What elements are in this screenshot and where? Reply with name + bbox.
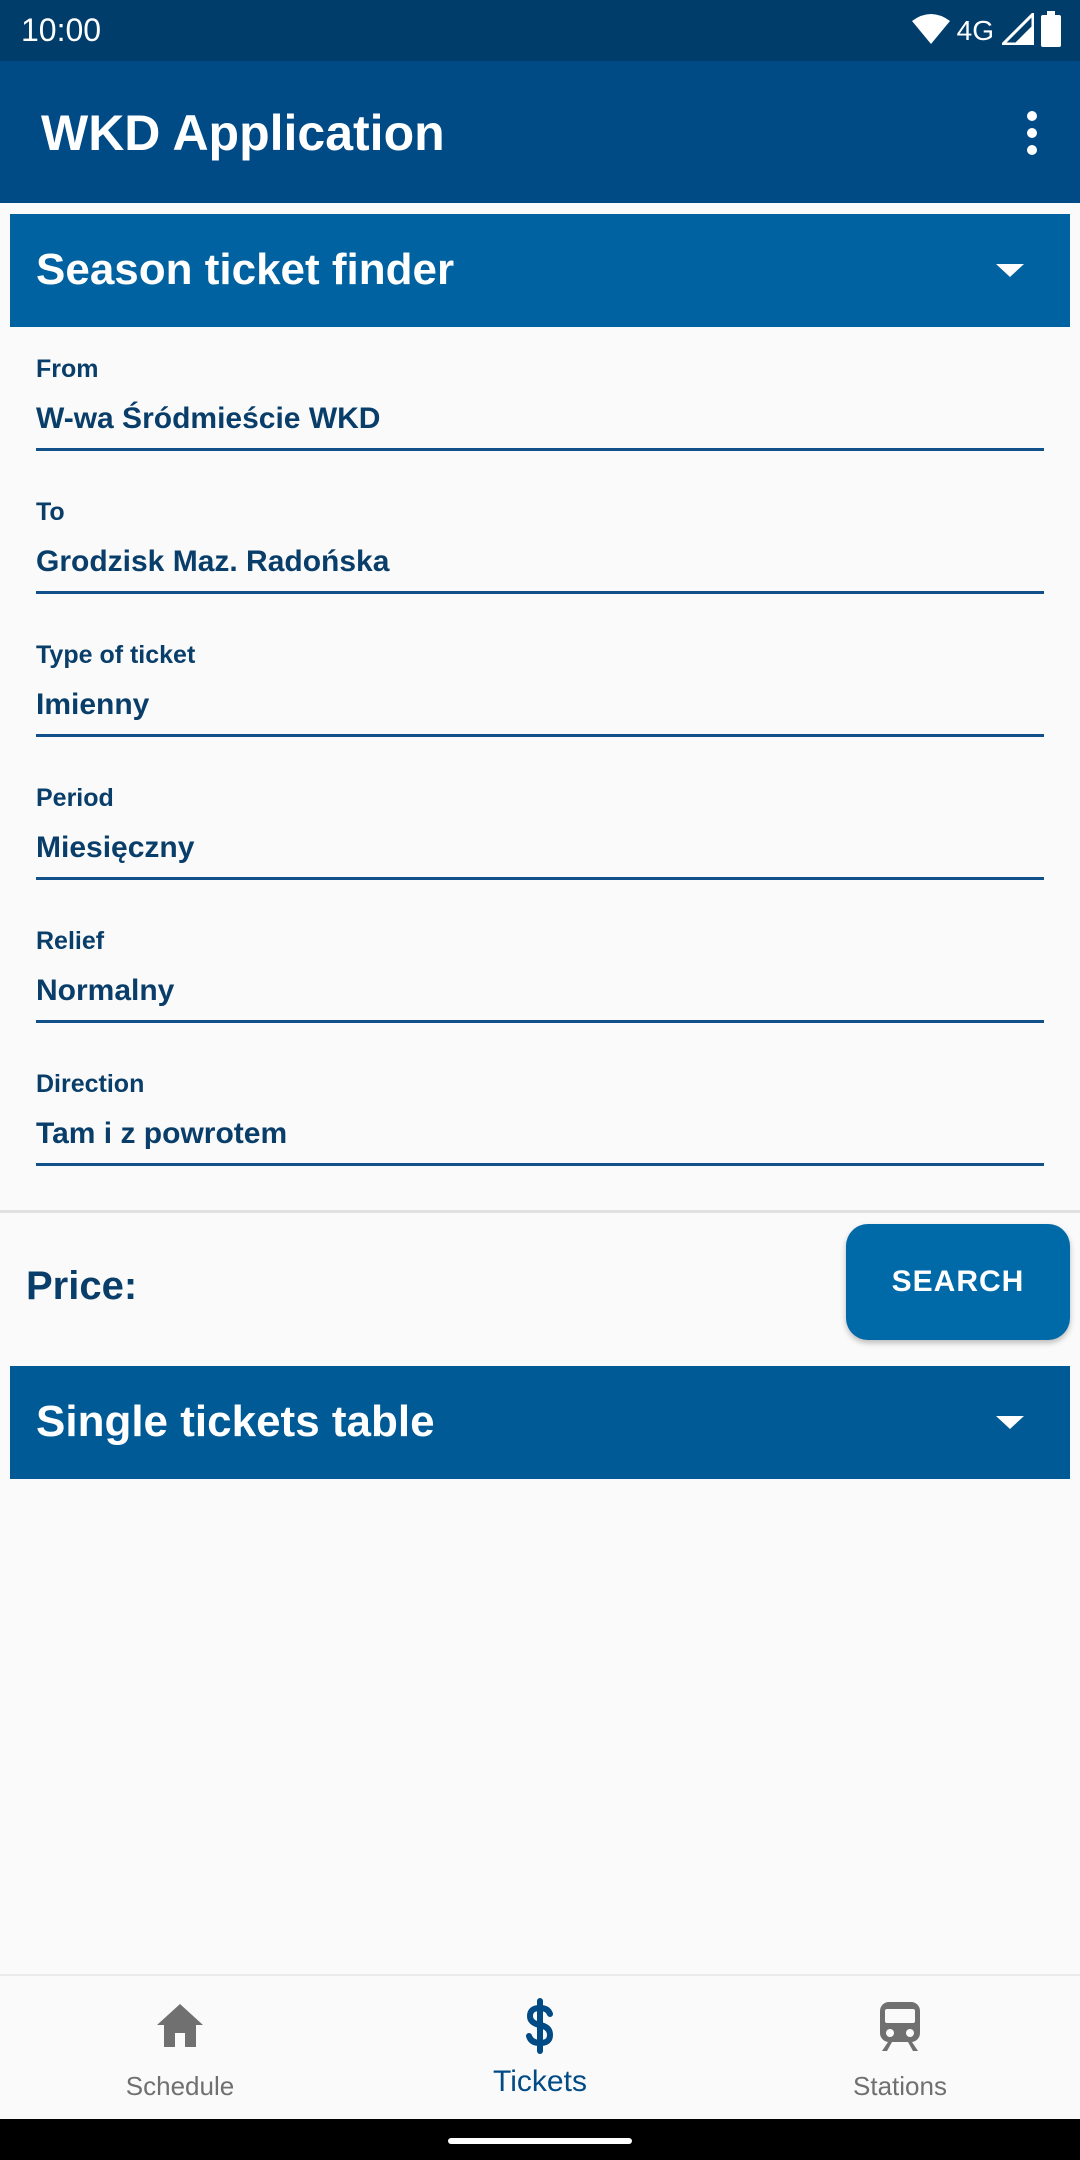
app-title: WKD Application [41, 105, 445, 161]
price-label: Price: [26, 1264, 138, 1308]
signal-icon [999, 9, 1035, 50]
field-underline [36, 877, 1044, 880]
field-label: Period [36, 784, 114, 812]
field-value: Tam i z powrotem [36, 1117, 288, 1150]
relief-field[interactable]: Relief Normalny [36, 926, 1044, 1026]
period-field[interactable]: Period Miesięczny [36, 783, 1044, 883]
field-value: Grodzisk Maz. Radońska [36, 545, 390, 578]
app-bar: WKD Application [0, 61, 1080, 203]
single-tickets-table-header[interactable]: Single tickets table [10, 1366, 1070, 1479]
field-value: Normalny [36, 974, 175, 1007]
divider [0, 1210, 1080, 1213]
bottom-navigation: Schedule Tickets Stations [0, 1974, 1080, 2121]
field-label: Relief [36, 927, 105, 955]
train-icon [880, 2002, 920, 2051]
status-icons: 4G [911, 9, 1062, 52]
to-field[interactable]: To Grodzisk Maz. Radońska [36, 497, 1044, 597]
field-label: From [36, 355, 99, 383]
section-title: Season ticket finder [36, 245, 455, 294]
nav-label: Schedule [125, 2071, 235, 2101]
field-underline [36, 1020, 1044, 1023]
field-value: Imienny [36, 688, 150, 721]
wifi-icon [911, 13, 951, 50]
nav-item-stations[interactable]: Stations [720, 1976, 1080, 2121]
chevron-down-icon [996, 1416, 1024, 1429]
network-type: 4G [956, 15, 994, 46]
chevron-down-icon [996, 264, 1024, 277]
field-underline [36, 591, 1044, 594]
field-underline [36, 448, 1044, 451]
field-value: Miesięczny [36, 831, 195, 864]
section-title: Single tickets table [36, 1397, 435, 1446]
nav-label: Tickets [493, 2065, 587, 2098]
status-bar: 10:00 4G [0, 0, 1080, 61]
home-icon [157, 2004, 203, 2047]
from-field[interactable]: From W-wa Śródmieście WKD [36, 354, 1044, 454]
home-indicator[interactable] [448, 2138, 632, 2144]
field-value: W-wa Śródmieście WKD [36, 402, 381, 435]
search-button[interactable]: SEARCH [846, 1224, 1070, 1340]
status-time: 10:00 [21, 12, 102, 48]
ticket-type-field[interactable]: Type of ticket Imienny [36, 640, 1044, 740]
direction-field[interactable]: Direction Tam i z powrotem [36, 1069, 1044, 1169]
battery-icon [1040, 10, 1062, 52]
nav-item-schedule[interactable]: Schedule [0, 1976, 360, 2121]
field-underline [36, 1163, 1044, 1166]
more-vert-icon[interactable] [1008, 105, 1056, 161]
field-label: Direction [36, 1070, 145, 1098]
field-label: Type of ticket [36, 641, 196, 669]
field-label: To [36, 498, 65, 526]
nav-label: Stations [853, 2071, 947, 2101]
nav-item-tickets[interactable]: Tickets [360, 1976, 720, 2121]
dollar-icon [526, 1998, 554, 2054]
screen: 10:00 4G WKD Application Season ticket f… [0, 0, 1080, 2160]
field-underline [36, 734, 1044, 737]
system-navigation-bar [0, 2119, 1080, 2160]
season-ticket-finder-header[interactable]: Season ticket finder [10, 214, 1070, 327]
